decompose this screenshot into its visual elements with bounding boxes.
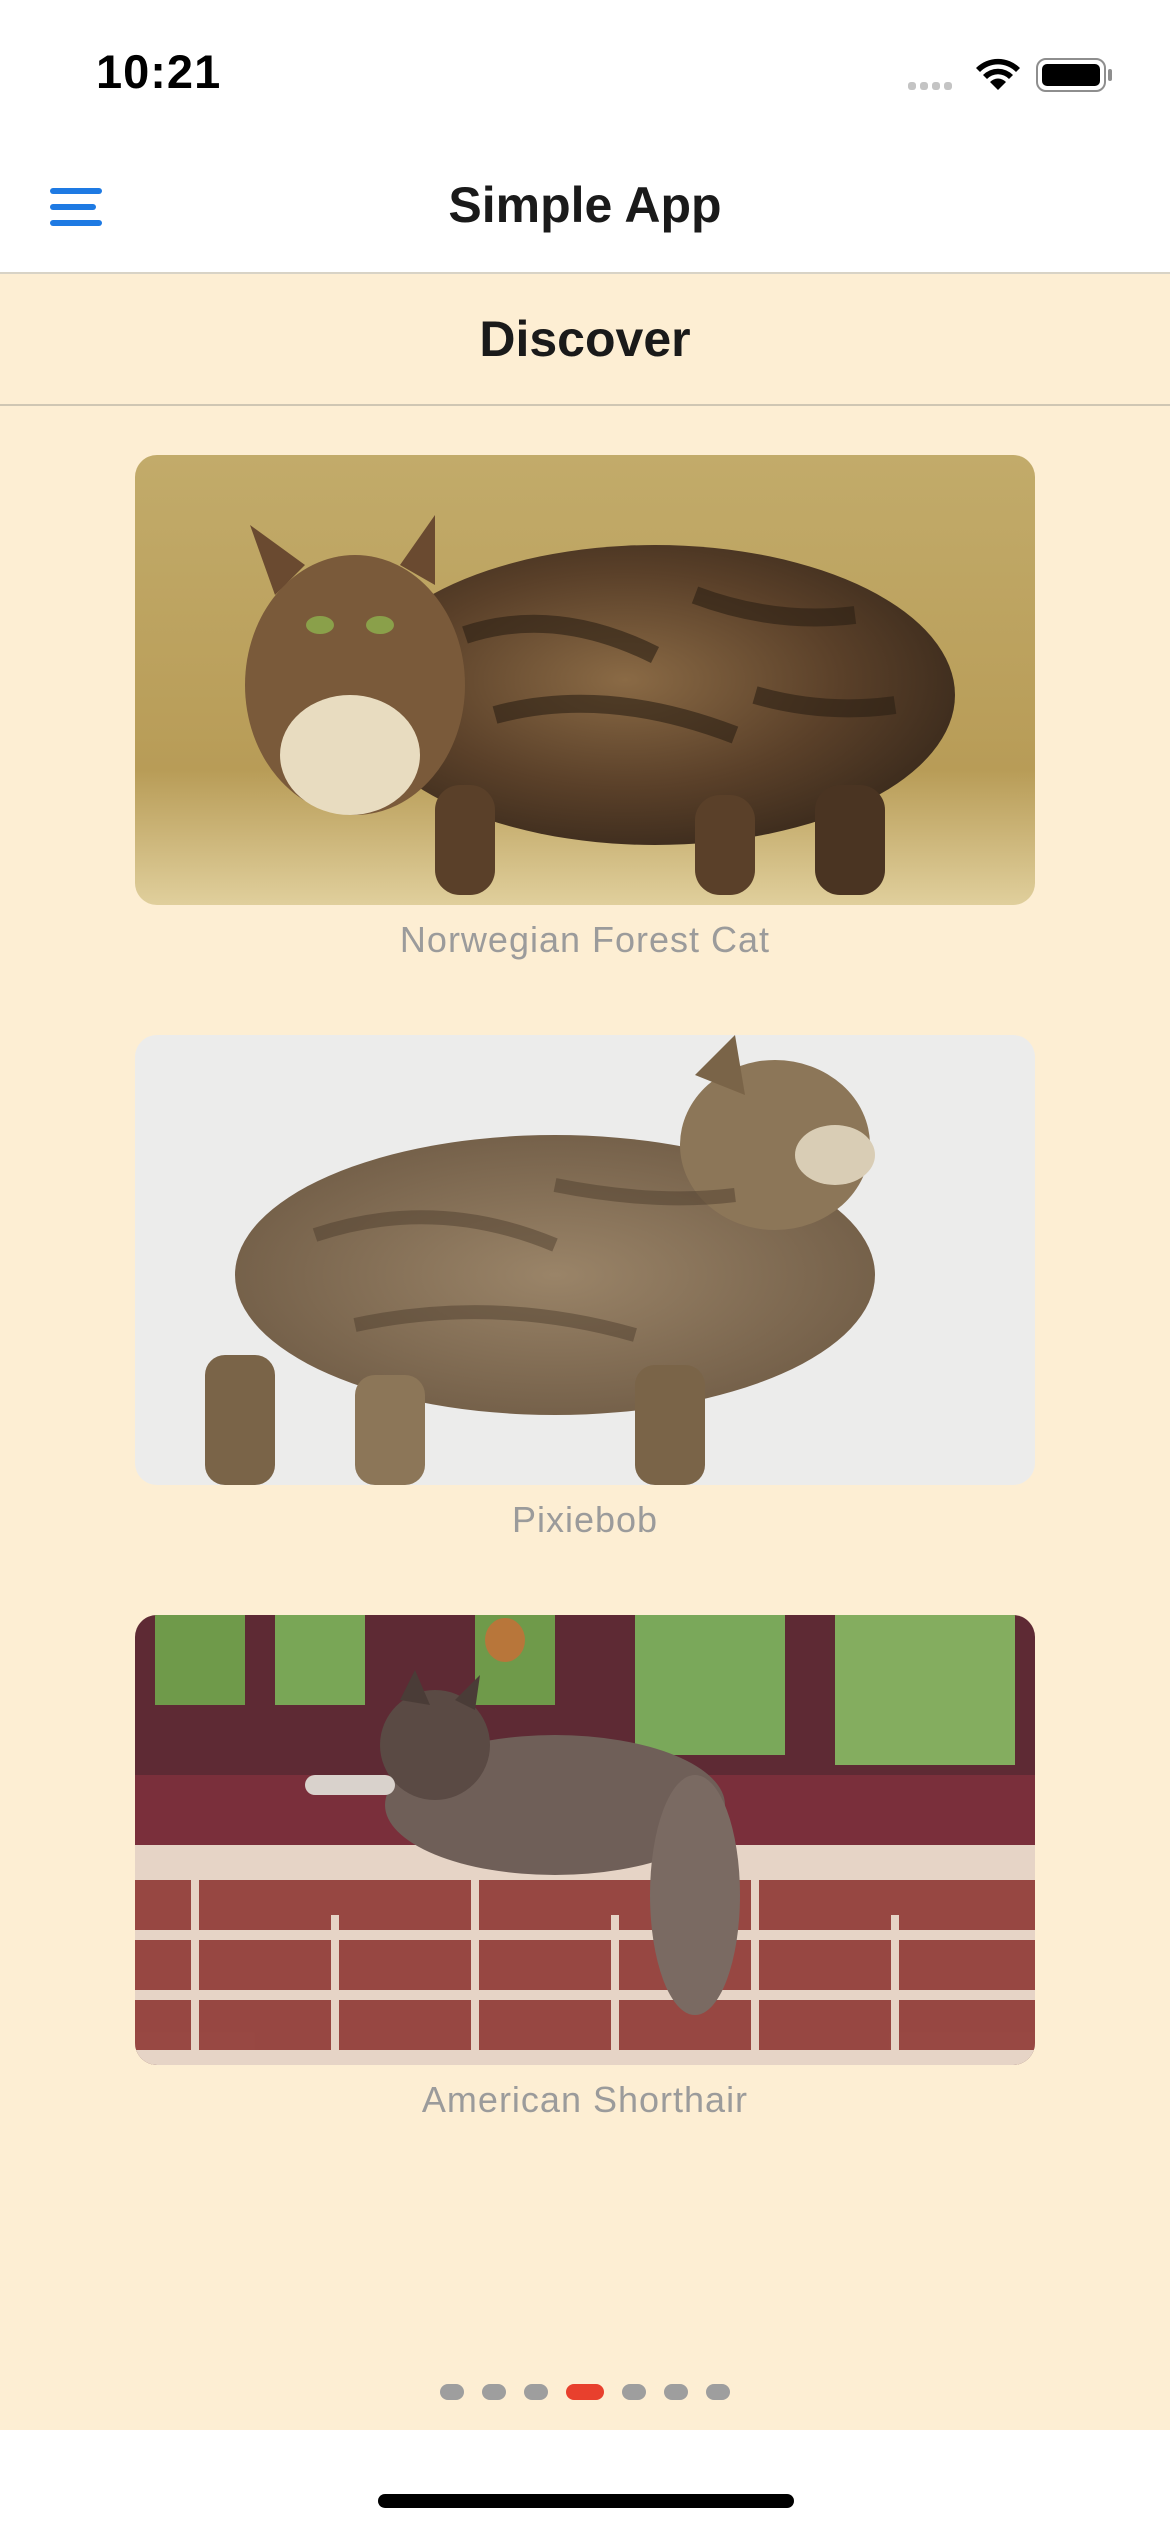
app-screen: 10:21 Simple App Discover Norwegian Fore… (0, 0, 1170, 2532)
battery-icon (1036, 58, 1112, 92)
page-dot[interactable] (482, 2384, 506, 2400)
discover-content: Discover Norwegian Forest Cat Pixiebob A… (0, 274, 1170, 2430)
page-dot[interactable] (622, 2384, 646, 2400)
status-bar: 10:21 (0, 0, 1170, 140)
bottom-bar (0, 2430, 1170, 2532)
cat-photo (135, 455, 1035, 905)
cat-card-american-shorthair[interactable]: American Shorthair (135, 1615, 1035, 2121)
section-title: Discover (479, 311, 691, 367)
section-header: Discover (0, 274, 1170, 406)
cat-photo (135, 1615, 1035, 2065)
page-dot[interactable] (440, 2384, 464, 2400)
status-icons (908, 58, 1112, 92)
cat-caption: American Shorthair (421, 2079, 749, 2120)
cat-caption: Norwegian Forest Cat (399, 919, 771, 960)
page-dot-active[interactable] (566, 2384, 604, 2400)
page-dot[interactable] (524, 2384, 548, 2400)
cat-card-pixiebob[interactable]: Pixiebob (135, 1035, 1035, 1541)
cat-photo (135, 1035, 1035, 1485)
home-indicator[interactable] (378, 2494, 794, 2508)
wifi-icon (976, 58, 1020, 90)
status-time: 10:21 (96, 45, 222, 98)
page-dot[interactable] (706, 2384, 730, 2400)
navigation-bar: Simple App (0, 140, 1170, 274)
cat-caption: Pixiebob (511, 1499, 659, 1540)
page-control[interactable] (0, 2382, 1170, 2402)
page-dot[interactable] (664, 2384, 688, 2400)
page-title: Simple App (448, 177, 722, 233)
cat-card-norwegian-forest[interactable]: Norwegian Forest Cat (135, 455, 1035, 961)
cellular-signal-icon (908, 82, 952, 90)
